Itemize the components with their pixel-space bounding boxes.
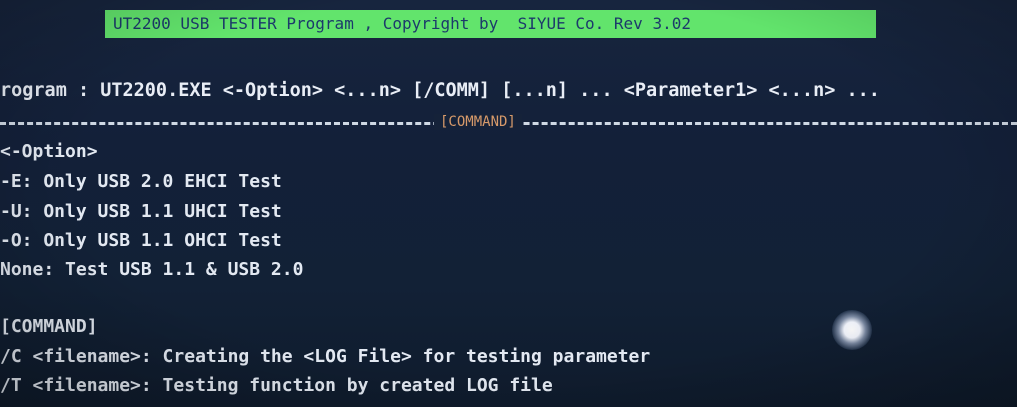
option-heading: <-Option> xyxy=(0,141,98,162)
screen-glare xyxy=(832,310,872,350)
program-title-bar: UT2200 USB TESTER Program , Copyright by… xyxy=(105,10,876,38)
command-item-c: /C <filename>: Creating the <LOG File> f… xyxy=(0,346,651,367)
option-item-u: -U: Only USB 1.1 UHCI Test xyxy=(0,201,282,222)
divider-command-label: [COMMAND] xyxy=(434,114,522,130)
program-usage-line: rogram : UT2200.EXE <-Option> <...n> [/C… xyxy=(0,80,880,101)
command-heading: [COMMAND] xyxy=(0,316,98,337)
command-item-t: /T <filename>: Testing function by creat… xyxy=(0,375,553,396)
dos-screen: UT2200 USB TESTER Program , Copyright by… xyxy=(0,0,1017,407)
option-item-o: -O: Only USB 1.1 OHCI Test xyxy=(0,230,282,251)
option-item-e: -E: Only USB 2.0 EHCI Test xyxy=(0,171,282,192)
option-item-none: None: Test USB 1.1 & USB 2.0 xyxy=(0,259,304,280)
